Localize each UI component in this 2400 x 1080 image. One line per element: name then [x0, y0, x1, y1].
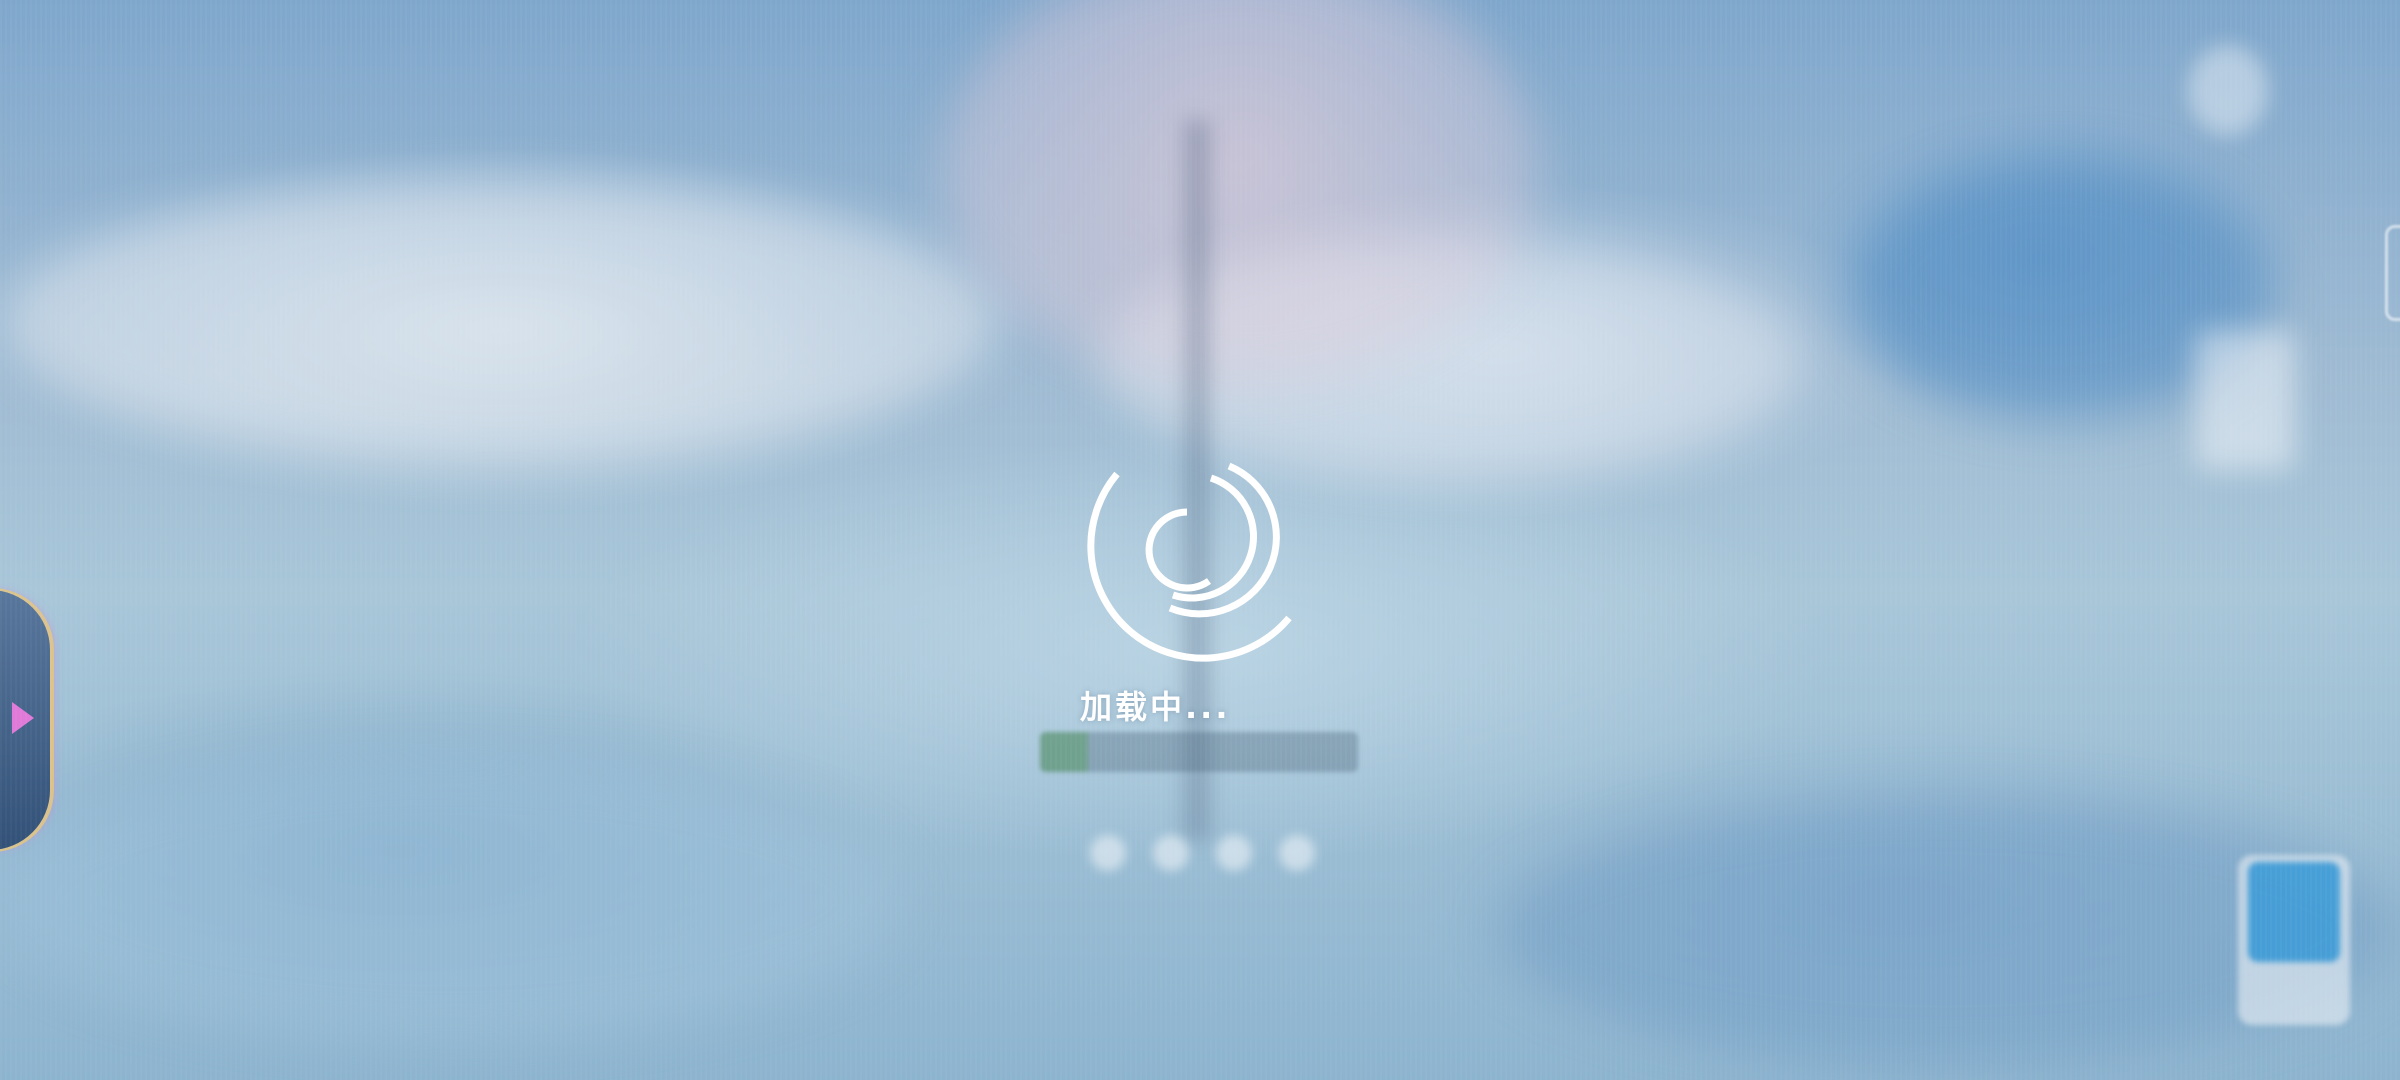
blurred-menu-buttons — [1090, 835, 1350, 875]
background-cloud — [0, 760, 900, 1040]
loading-progress-bar — [1040, 732, 1358, 772]
loading-spinner-icon — [1075, 450, 1295, 670]
blurred-button — [1153, 835, 1190, 871]
blurred-button — [1216, 835, 1253, 871]
spinner-graphic — [1087, 462, 1292, 662]
spinner-outer-arc — [1087, 471, 1292, 662]
blurred-button — [1279, 835, 1316, 871]
spinner-inner-arc — [1145, 508, 1212, 592]
loading-progress-fill — [1040, 732, 1088, 772]
blurred-widget-panel — [2248, 862, 2340, 962]
blurred-top-right-icon — [2188, 45, 2268, 135]
blurred-right-icon — [2195, 330, 2295, 470]
spinner-middle-inner-arc — [1171, 474, 1258, 602]
loading-label: 加载中... — [1080, 688, 1231, 726]
loading-screen: 加载中... — [0, 0, 2400, 1080]
chevron-right-icon[interactable] — [12, 702, 34, 734]
hexagon-icon — [2385, 225, 2400, 321]
background-cloud — [0, 180, 1000, 460]
blurred-button — [1090, 835, 1126, 871]
